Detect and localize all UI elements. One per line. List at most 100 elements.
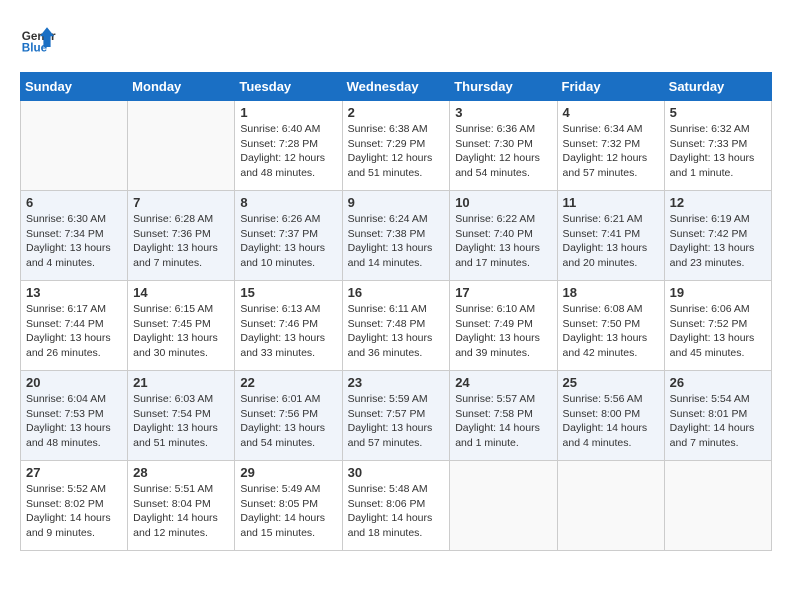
calendar-cell: 4Sunrise: 6:34 AMSunset: 7:32 PMDaylight… [557, 101, 664, 191]
page-header: General Blue [20, 20, 772, 56]
calendar-cell [21, 101, 128, 191]
calendar-cell: 2Sunrise: 6:38 AMSunset: 7:29 PMDaylight… [342, 101, 450, 191]
calendar-cell: 30 Sunrise: 5:48 AMSunset: 8:06 PMDayligh… [342, 461, 450, 551]
day-number: 28 [133, 465, 229, 480]
calendar-cell: 24 Sunrise: 5:57 AMSunset: 7:58 PMDayligh… [450, 371, 557, 461]
calendar-cell: 25 Sunrise: 5:56 AMSunset: 8:00 PMDayligh… [557, 371, 664, 461]
day-number: 20 [26, 375, 122, 390]
day-number: 24 [455, 375, 551, 390]
day-info: Sunrise: 5:48 AMSunset: 8:06 PMDaylight:… [348, 482, 445, 541]
day-number: 30 [348, 465, 445, 480]
weekday-header-tuesday: Tuesday [235, 73, 342, 101]
day-info: Sunrise: 6:15 AMSunset: 7:45 PMDaylight:… [133, 302, 229, 361]
calendar-cell: 27 Sunrise: 5:52 AMSunset: 8:02 PMDayligh… [21, 461, 128, 551]
day-info: Sunrise: 6:38 AMSunset: 7:29 PMDaylight:… [348, 122, 445, 181]
weekday-header-monday: Monday [128, 73, 235, 101]
calendar-cell [557, 461, 664, 551]
day-info: Sunrise: 6:40 AMSunset: 7:28 PMDaylight:… [240, 122, 336, 181]
calendar-cell: 20 Sunrise: 6:04 AMSunset: 7:53 PMDayligh… [21, 371, 128, 461]
day-info: Sunrise: 6:24 AMSunset: 7:38 PMDaylight:… [348, 212, 445, 271]
day-info: Sunrise: 6:32 AMSunset: 7:33 PMDaylight:… [670, 122, 766, 181]
day-info: Sunrise: 5:57 AMSunset: 7:58 PMDaylight:… [455, 392, 551, 451]
calendar-cell: 22 Sunrise: 6:01 AMSunset: 7:56 PMDayligh… [235, 371, 342, 461]
weekday-header-saturday: Saturday [664, 73, 771, 101]
calendar-cell: 3 Sunrise: 6:36 AMSunset: 7:30 PMDaylight… [450, 101, 557, 191]
calendar-week-1: 1Sunrise: 6:40 AMSunset: 7:28 PMDaylight… [21, 101, 772, 191]
day-number: 5 [670, 105, 766, 120]
weekday-header-friday: Friday [557, 73, 664, 101]
day-info: Sunrise: 6:21 AMSunset: 7:41 PMDaylight:… [563, 212, 659, 271]
day-number: 29 [240, 465, 336, 480]
calendar-cell [664, 461, 771, 551]
day-number: 17 [455, 285, 551, 300]
day-number: 27 [26, 465, 122, 480]
day-info: Sunrise: 6:13 AMSunset: 7:46 PMDaylight:… [240, 302, 336, 361]
day-info: Sunrise: 6:19 AMSunset: 7:42 PMDaylight:… [670, 212, 766, 271]
day-number: 26 [670, 375, 766, 390]
calendar-cell: 10 Sunrise: 6:22 AMSunset: 7:40 PMDayligh… [450, 191, 557, 281]
calendar-cell: 19Sunrise: 6:06 AMSunset: 7:52 PMDayligh… [664, 281, 771, 371]
day-info: Sunrise: 6:11 AMSunset: 7:48 PMDaylight:… [348, 302, 445, 361]
day-info: Sunrise: 6:06 AMSunset: 7:52 PMDaylight:… [670, 302, 766, 361]
calendar-cell [128, 101, 235, 191]
day-info: Sunrise: 6:01 AMSunset: 7:56 PMDaylight:… [240, 392, 336, 451]
calendar-week-2: 6 Sunrise: 6:30 AMSunset: 7:34 PMDaylight… [21, 191, 772, 281]
day-number: 23 [348, 375, 445, 390]
calendar-cell: 21Sunrise: 6:03 AMSunset: 7:54 PMDayligh… [128, 371, 235, 461]
calendar-cell: 23 Sunrise: 5:59 AMSunset: 7:57 PMDayligh… [342, 371, 450, 461]
calendar-table: SundayMondayTuesdayWednesdayThursdayFrid… [20, 72, 772, 551]
calendar-cell: 1Sunrise: 6:40 AMSunset: 7:28 PMDaylight… [235, 101, 342, 191]
day-number: 25 [563, 375, 659, 390]
calendar-cell: 8 Sunrise: 6:26 AMSunset: 7:37 PMDaylight… [235, 191, 342, 281]
calendar-cell: 6 Sunrise: 6:30 AMSunset: 7:34 PMDaylight… [21, 191, 128, 281]
calendar-cell: 28Sunrise: 5:51 AMSunset: 8:04 PMDayligh… [128, 461, 235, 551]
calendar-cell: 12 Sunrise: 6:19 AMSunset: 7:42 PMDayligh… [664, 191, 771, 281]
day-number: 15 [240, 285, 336, 300]
calendar-cell: 29 Sunrise: 5:49 AMSunset: 8:05 PMDayligh… [235, 461, 342, 551]
day-number: 6 [26, 195, 122, 210]
day-number: 10 [455, 195, 551, 210]
calendar-cell: 11 Sunrise: 6:21 AMSunset: 7:41 PMDayligh… [557, 191, 664, 281]
day-info: Sunrise: 5:56 AMSunset: 8:00 PMDaylight:… [563, 392, 659, 451]
day-number: 11 [563, 195, 659, 210]
day-number: 13 [26, 285, 122, 300]
day-info: Sunrise: 5:49 AMSunset: 8:05 PMDaylight:… [240, 482, 336, 541]
day-info: Sunrise: 6:30 AMSunset: 7:34 PMDaylight:… [26, 212, 122, 271]
day-info: Sunrise: 6:10 AMSunset: 7:49 PMDaylight:… [455, 302, 551, 361]
day-info: Sunrise: 6:22 AMSunset: 7:40 PMDaylight:… [455, 212, 551, 271]
day-number: 18 [563, 285, 659, 300]
calendar-cell: 15 Sunrise: 6:13 AMSunset: 7:46 PMDayligh… [235, 281, 342, 371]
day-info: Sunrise: 5:52 AMSunset: 8:02 PMDaylight:… [26, 482, 122, 541]
calendar-header-row: SundayMondayTuesdayWednesdayThursdayFrid… [21, 73, 772, 101]
weekday-header-sunday: Sunday [21, 73, 128, 101]
day-info: Sunrise: 6:04 AMSunset: 7:53 PMDaylight:… [26, 392, 122, 451]
calendar-cell: 26 Sunrise: 5:54 AMSunset: 8:01 PMDayligh… [664, 371, 771, 461]
calendar-cell: 13 Sunrise: 6:17 AMSunset: 7:44 PMDayligh… [21, 281, 128, 371]
day-info: Sunrise: 6:34 AMSunset: 7:32 PMDaylight:… [563, 122, 659, 181]
day-info: Sunrise: 6:36 AMSunset: 7:30 PMDaylight:… [455, 122, 551, 181]
calendar-week-3: 13 Sunrise: 6:17 AMSunset: 7:44 PMDayligh… [21, 281, 772, 371]
calendar-cell: 5 Sunrise: 6:32 AMSunset: 7:33 PMDaylight… [664, 101, 771, 191]
day-info: Sunrise: 6:28 AMSunset: 7:36 PMDaylight:… [133, 212, 229, 271]
day-number: 9 [348, 195, 445, 210]
weekday-header-wednesday: Wednesday [342, 73, 450, 101]
calendar-week-4: 20 Sunrise: 6:04 AMSunset: 7:53 PMDayligh… [21, 371, 772, 461]
day-number: 3 [455, 105, 551, 120]
day-info: Sunrise: 6:17 AMSunset: 7:44 PMDaylight:… [26, 302, 122, 361]
day-info: Sunrise: 5:59 AMSunset: 7:57 PMDaylight:… [348, 392, 445, 451]
day-info: Sunrise: 6:26 AMSunset: 7:37 PMDaylight:… [240, 212, 336, 271]
logo-icon: General Blue [20, 20, 56, 56]
calendar-cell: 18 Sunrise: 6:08 AMSunset: 7:50 PMDayligh… [557, 281, 664, 371]
day-info: Sunrise: 6:08 AMSunset: 7:50 PMDaylight:… [563, 302, 659, 361]
day-number: 21 [133, 375, 229, 390]
calendar-cell: 17 Sunrise: 6:10 AMSunset: 7:49 PMDayligh… [450, 281, 557, 371]
logo: General Blue [20, 20, 60, 56]
day-number: 12 [670, 195, 766, 210]
calendar-cell: 14Sunrise: 6:15 AMSunset: 7:45 PMDayligh… [128, 281, 235, 371]
calendar-cell [450, 461, 557, 551]
day-info: Sunrise: 5:54 AMSunset: 8:01 PMDaylight:… [670, 392, 766, 451]
day-number: 7 [133, 195, 229, 210]
day-number: 8 [240, 195, 336, 210]
day-number: 22 [240, 375, 336, 390]
day-number: 16 [348, 285, 445, 300]
